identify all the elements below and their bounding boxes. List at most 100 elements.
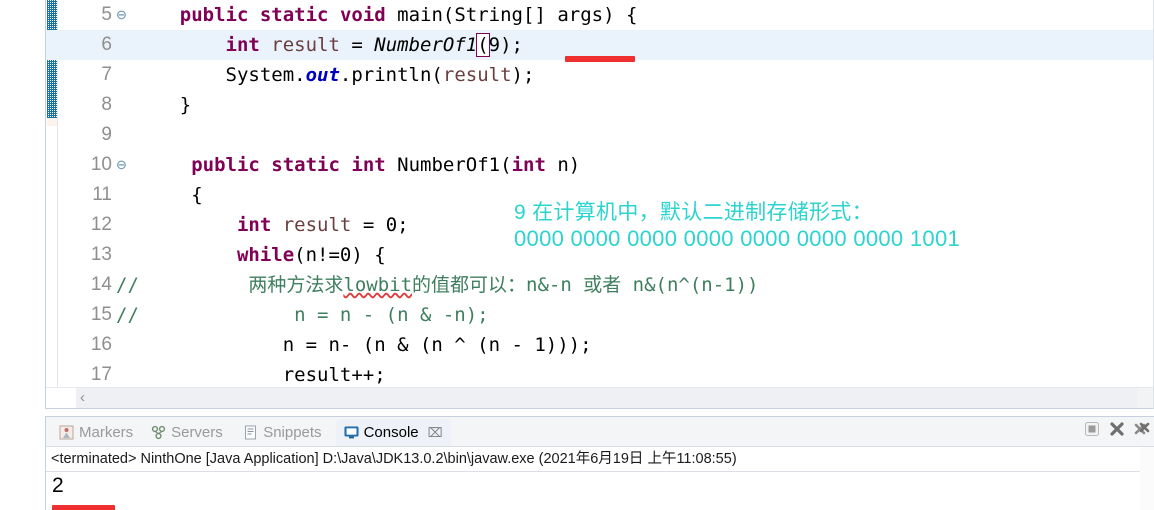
code-token: int — [236, 214, 272, 236]
tab-servers[interactable]: Servers — [143, 419, 231, 446]
terminate-button[interactable] — [1084, 421, 1100, 437]
code-token: 两种方法求 — [134, 274, 344, 296]
code-text: { — [134, 180, 203, 210]
scrollbar-left-cap — [46, 388, 76, 408]
code-text: } — [134, 90, 191, 120]
tab-label: Snippets — [263, 424, 322, 441]
code-token: System. — [134, 64, 306, 86]
code-text: public static int NumberOf1(int n) — [134, 150, 580, 180]
line-number: 17 — [90, 364, 112, 385]
code-token: 9); — [488, 34, 523, 56]
markers-icon — [59, 425, 74, 440]
eclipse-ide-window: 5 ⊖ public static void main(String[] args… — [0, 0, 1154, 510]
code-token: = 0; — [351, 214, 409, 236]
code-line-5[interactable]: 5 ⊖ public static void main(String[] args… — [46, 0, 1153, 30]
code-text: n = n- (n & (n ^ (n - 1))); — [134, 330, 592, 360]
close-icon[interactable]: ⌧ — [428, 425, 443, 441]
line-number: 6 — [101, 34, 112, 55]
fold-collapse-icon[interactable]: ⊖ — [116, 150, 130, 180]
scroll-left-arrow-icon[interactable]: ‹ — [80, 388, 85, 408]
line-number: 10 — [90, 154, 112, 175]
code-text: n = n - (n & -n); — [134, 300, 489, 330]
code-token: static — [271, 154, 340, 176]
code-token: (n!=0) { — [294, 244, 386, 266]
snippets-icon — [243, 425, 258, 440]
code-token: result — [442, 64, 512, 86]
remove-all-terminated-button[interactable] — [1134, 421, 1150, 437]
code-line-7[interactable]: 7 System.out.println(result); — [46, 60, 1153, 90]
console-output-text: 2 — [52, 474, 64, 497]
code-token: int — [511, 154, 546, 176]
code-token: { — [134, 184, 203, 206]
code-token: n = n - (n & -n); — [134, 304, 489, 326]
code-line-15[interactable]: 15// n = n - (n & -n); — [46, 300, 1153, 330]
code-line-16[interactable]: 16 n = n- (n & (n ^ (n - 1))); — [46, 330, 1153, 360]
tab-markers[interactable]: Markers — [51, 419, 141, 446]
code-token: out — [305, 64, 340, 86]
console-panel: Markers Servers Snippets Console ⌧ <term… — [45, 416, 1154, 510]
annotation-binary-value: 0000 0000 0000 0000 0000 0000 0000 1001 — [514, 226, 961, 251]
tab-label: Servers — [171, 424, 223, 441]
code-token: static — [259, 4, 329, 26]
fold-collapse-icon[interactable]: ⊖ — [116, 0, 130, 30]
code-text: int result = 0; — [134, 210, 409, 240]
line-number: 12 — [90, 214, 112, 235]
console-scrollbar[interactable] — [1140, 447, 1154, 510]
code-text: System.out.println(result); — [134, 60, 535, 90]
tab-snippets[interactable]: Snippets — [235, 419, 329, 446]
tab-console[interactable]: Console ⌧ — [335, 419, 451, 446]
code-token: result — [271, 34, 340, 56]
code-line-8[interactable]: 8 } — [46, 90, 1153, 120]
code-token: main(String[] args) { — [397, 4, 638, 26]
line-number: 7 — [101, 64, 112, 85]
console-toolbar — [1084, 421, 1150, 437]
tab-label: Console — [363, 424, 419, 441]
line-number: 15 — [90, 304, 112, 325]
code-token: 的值都可以：n&-n 或者 n&(n^(n-1)) — [412, 274, 759, 296]
code-token: public — [179, 4, 249, 26]
scrollbar-right-cap[interactable] — [1137, 388, 1153, 408]
remove-launch-button[interactable] — [1109, 421, 1125, 437]
code-text: 两种方法求lowbit的值都可以：n&-n 或者 n&(n^(n-1)) — [134, 270, 759, 300]
code-token: NumberOf1( — [397, 154, 512, 176]
red-underline-output — [52, 505, 115, 510]
line-number: 14 — [90, 274, 112, 295]
code-text: while(n!=0) { — [134, 240, 386, 270]
code-line-9[interactable]: 9 — [46, 120, 1153, 150]
line-number: 16 — [90, 334, 112, 355]
editor-horizontal-scrollbar[interactable]: ‹ — [46, 387, 1153, 408]
code-token: lowbit — [343, 274, 413, 296]
line-number: 13 — [90, 244, 112, 265]
code-editor[interactable]: 5 ⊖ public static void main(String[] args… — [45, 0, 1154, 409]
code-line-10[interactable]: 10 ⊖ public static int NumberOf1(int n) — [46, 150, 1153, 180]
code-text: public static void main(String[] args) { — [134, 0, 638, 30]
line-number: 5 — [101, 4, 112, 25]
code-token: void — [339, 4, 386, 26]
code-token: int — [351, 154, 386, 176]
code-token: n) — [557, 154, 581, 176]
code-token: = — [339, 34, 375, 56]
code-token: ( — [476, 33, 490, 57]
code-token: n = n- (n & (n ^ (n - 1))); — [134, 334, 592, 356]
code-token: .println( — [339, 64, 443, 86]
code-token: public — [191, 154, 260, 176]
code-line-17[interactable]: 17 result++; — [46, 360, 1153, 388]
code-token: int — [225, 34, 260, 56]
code-line-14[interactable]: 14// 两种方法求lowbit的值都可以：n&-n 或者 n&(n^(n-1)… — [46, 270, 1153, 300]
code-text: result++; — [134, 360, 386, 388]
code-token: } — [134, 94, 192, 116]
console-icon — [344, 425, 359, 440]
tab-label: Markers — [79, 424, 134, 441]
scrollbar-track[interactable] — [76, 388, 1137, 408]
launch-configuration-line: <terminated> NinthOne [Java Application]… — [46, 447, 1154, 472]
